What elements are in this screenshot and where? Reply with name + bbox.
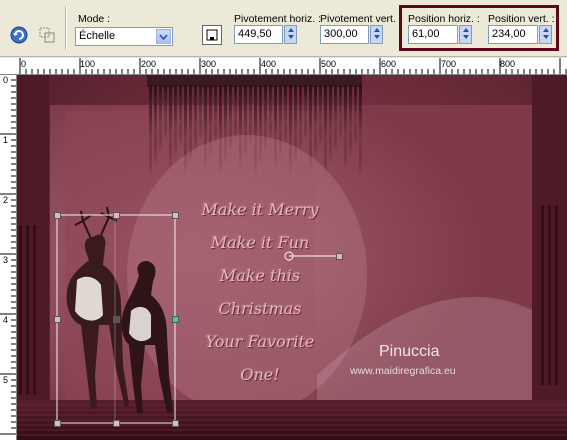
ruler-v-label: 1 — [3, 135, 9, 145]
ruler-h-label: 100 — [80, 59, 96, 69]
position-vertical-input[interactable]: 234,00 — [488, 25, 538, 44]
curtain-tassel — [199, 85, 202, 140]
ruler-v-label: 0 — [3, 75, 9, 85]
curtain-tassel — [359, 85, 362, 176]
pivot-point-icon[interactable] — [202, 25, 222, 45]
ruler-h-label: 200 — [141, 59, 157, 69]
rotation-handle[interactable] — [336, 253, 343, 260]
curtain-tassel — [339, 85, 342, 140]
curtain-tassel — [159, 85, 162, 152]
transform-handle-top-left[interactable] — [54, 212, 61, 219]
position-horizontal-input[interactable]: 61,00 — [408, 25, 458, 44]
ruler-h-label: 400 — [261, 59, 277, 69]
mode-select[interactable]: Échelle — [75, 27, 173, 46]
watermark-name: Pinuccia — [379, 343, 440, 360]
poem-line: Make this — [219, 266, 301, 285]
ruler-h-label: 0 — [21, 59, 27, 69]
toolbar-separator — [65, 6, 67, 50]
curtain-tassel — [179, 85, 182, 146]
pivot-vertical-input[interactable]: 300,00 — [320, 25, 369, 44]
pivot-vertical-spinner[interactable] — [370, 25, 383, 44]
curtain-tassel — [284, 85, 287, 146]
transform-handle-bottom-right[interactable] — [172, 420, 179, 427]
deform-options-icon[interactable] — [36, 24, 58, 46]
transform-center-handle[interactable] — [113, 316, 120, 323]
ruler-v-label: 4 — [3, 315, 9, 325]
pivot-horizontal-input[interactable]: 449,50 — [234, 25, 283, 44]
curtain-tassel — [314, 85, 317, 158]
reset-icon[interactable] — [8, 24, 30, 46]
transform-handle-top-right[interactable] — [172, 212, 179, 219]
poem-line: One! — [240, 365, 280, 384]
curtain-tassel — [154, 85, 157, 164]
ruler-h-label: 500 — [321, 59, 337, 69]
tool-options-bar: Mode : Échelle Pivotement horiz. : 449,5… — [0, 0, 567, 57]
transform-handle-bottom-left[interactable] — [54, 420, 61, 427]
ruler-h-label: 300 — [201, 59, 217, 69]
curtain-tassel — [344, 85, 347, 170]
poem-line: Make it Merry — [201, 200, 319, 219]
pivot-horizontal-label: Pivotement horiz. : — [234, 13, 321, 25]
position-vertical-spinner[interactable] — [539, 25, 552, 44]
poem-line: Make it Fun — [210, 233, 310, 252]
curtain-tassel — [149, 85, 152, 176]
transform-handle-bottom[interactable] — [113, 420, 120, 427]
curtain-tassel — [329, 85, 332, 164]
ruler-h-label: 800 — [500, 59, 516, 69]
curtain-tassel — [334, 85, 337, 152]
pivot-vertical-label: Pivotement vert. : — [320, 13, 402, 25]
poem-line: Christmas — [218, 299, 302, 318]
transform-handle-top[interactable] — [113, 212, 120, 219]
image-canvas[interactable]: Make it Merry Make it Fun Make this Chri… — [17, 75, 567, 440]
curtain-tassel — [349, 85, 352, 158]
curtain-tassel — [354, 85, 357, 146]
poem-line: Your Favorite — [205, 332, 315, 351]
position-horizontal-label: Position horiz. : — [408, 13, 480, 25]
position-vertical-label: Position vert. : — [488, 13, 555, 25]
curtain-tassel — [169, 85, 172, 170]
curtain-tassel — [269, 85, 272, 140]
ruler-v-label: 2 — [3, 195, 9, 205]
horizontal-ruler: 0 100 200 300 400 500 600 700 800 — [0, 58, 567, 75]
mode-select-value: Échelle — [79, 30, 116, 42]
ruler-h-label: 700 — [441, 59, 457, 69]
transform-handle-left[interactable] — [54, 316, 61, 323]
curtain-tassel — [194, 85, 197, 152]
position-horizontal-spinner[interactable] — [459, 25, 472, 44]
vertical-ruler: 0 1 2 3 4 5 — [0, 74, 17, 440]
curtain-tassel — [304, 85, 307, 140]
poem-text: Make it Merry Make it Fun Make this Chri… — [185, 193, 335, 391]
ruler-h-label: 600 — [381, 59, 397, 69]
chevron-down-icon[interactable] — [156, 29, 171, 44]
curtain-tassel — [174, 85, 177, 158]
watermark-url: www.maidiregrafica.eu — [350, 365, 456, 377]
ruler-v-label: 5 — [3, 375, 9, 385]
curtain-tassel — [234, 85, 237, 140]
curtain-tassel — [324, 85, 327, 176]
ruler-v-label: 3 — [3, 255, 9, 265]
pivot-horizontal-spinner[interactable] — [284, 25, 297, 44]
curtain-tassel — [214, 85, 217, 146]
transform-handle-right[interactable] — [172, 316, 179, 323]
curtain-tassel — [299, 85, 302, 152]
mode-label: Mode : — [78, 13, 111, 25]
curtain-tassel — [319, 85, 322, 146]
curtain-tassel — [164, 85, 167, 140]
